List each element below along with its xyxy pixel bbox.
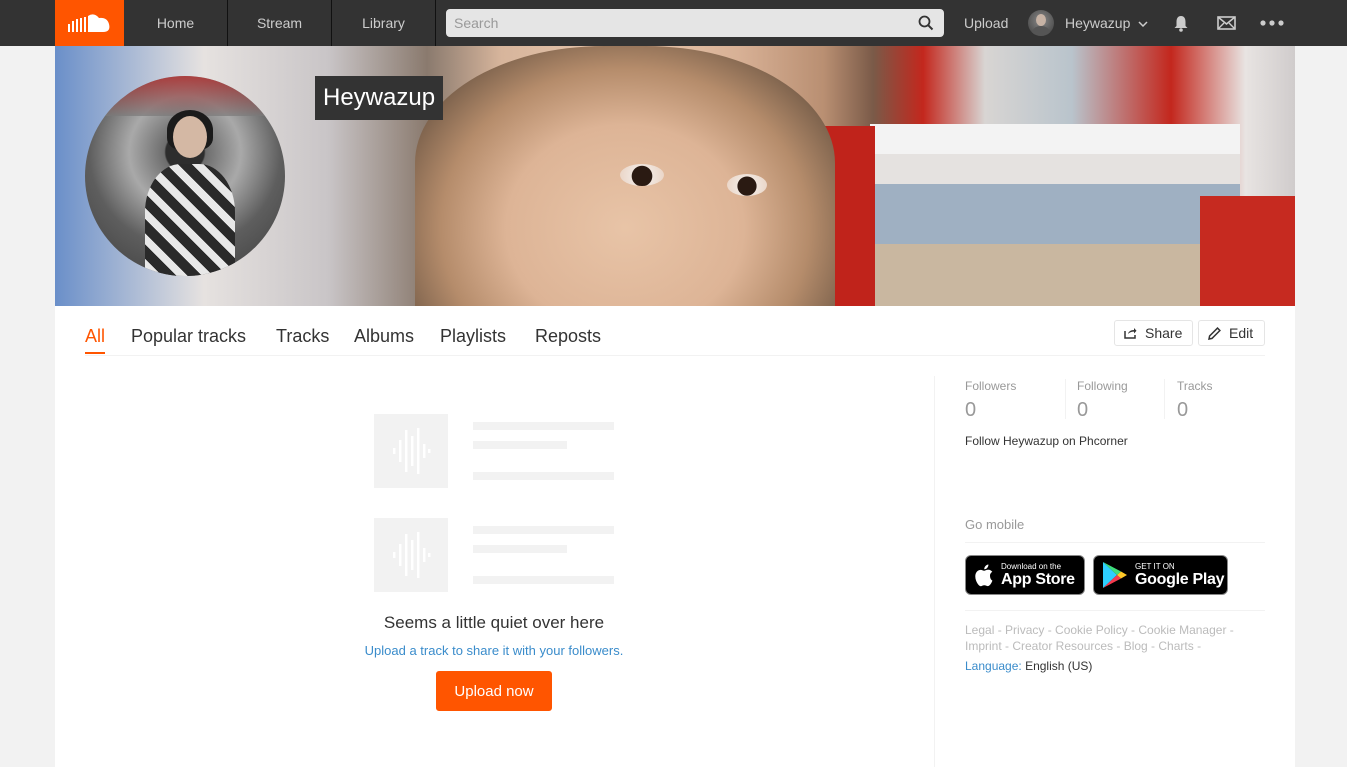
footer-links: Legal - Privacy - Cookie Policy - Cookie…	[965, 622, 1265, 654]
app-store-small-text: Download on the	[1001, 562, 1062, 571]
waveform-icon	[393, 428, 431, 474]
apple-icon	[975, 564, 993, 587]
soundcloud-logo[interactable]	[55, 0, 124, 46]
stat-label: Tracks	[1177, 379, 1213, 393]
avatar	[1028, 10, 1054, 36]
google-play-icon	[1103, 562, 1127, 588]
app-store-big-text: App Store	[1001, 571, 1075, 588]
nav-home[interactable]: Home	[124, 0, 228, 46]
more-menu-button[interactable]	[1258, 0, 1286, 46]
track-placeholder-artwork	[374, 414, 448, 488]
messages-button[interactable]	[1214, 0, 1238, 46]
placeholder-line	[473, 441, 567, 449]
nav-library[interactable]: Library	[332, 0, 436, 46]
sidebar-divider	[934, 376, 935, 767]
google-play-badge[interactable]: GET IT ON Google Play	[1093, 555, 1228, 595]
google-play-big-text: Google Play	[1135, 571, 1225, 588]
search-icon[interactable]	[918, 15, 934, 31]
app-store-badge[interactable]: Download on the App Store	[965, 555, 1085, 595]
follow-on-link[interactable]: Follow Heywazup on Phcorner	[965, 434, 1128, 448]
top-nav-bar: Home Stream Library Upload Heywazup	[0, 0, 1347, 46]
tab-all[interactable]: All	[85, 326, 106, 354]
search-input[interactable]	[447, 10, 907, 36]
chevron-down-icon	[1138, 21, 1148, 27]
go-mobile-heading: Go mobile	[965, 517, 1265, 543]
profile-header-image: Heywazup	[55, 46, 1295, 306]
language-label[interactable]: Language:	[965, 659, 1022, 673]
edit-label: Edit	[1229, 325, 1254, 341]
empty-state-message: Seems a little quiet over here	[383, 613, 605, 632]
language-value: English (US)	[1025, 659, 1093, 673]
profile-avatar[interactable]	[85, 76, 285, 276]
language-selector[interactable]: Language: English (US)	[965, 659, 1092, 673]
footer-divider	[965, 610, 1265, 611]
tab-tracks[interactable]: Tracks	[276, 326, 329, 354]
track-placeholder-artwork	[374, 518, 448, 592]
stat-tracks[interactable]: Tracks 0	[1164, 379, 1264, 421]
stat-label: Followers	[965, 379, 1017, 393]
waveform-icon	[393, 532, 431, 578]
user-menu[interactable]: Heywazup	[1028, 0, 1148, 46]
profile-tabs: All Popular tracks Tracks Albums Playlis…	[85, 316, 1265, 356]
notifications-button[interactable]	[1168, 0, 1194, 46]
stat-following[interactable]: Following 0	[1065, 379, 1165, 421]
share-label: Share	[1145, 325, 1183, 341]
placeholder-line	[473, 422, 614, 430]
tab-albums[interactable]: Albums	[354, 326, 414, 354]
bell-icon	[1174, 15, 1188, 32]
tab-reposts[interactable]: Reposts	[535, 326, 601, 354]
placeholder-line	[473, 545, 567, 553]
main-content: Heywazup All Popular tracks Tracks Album…	[55, 46, 1295, 767]
upload-now-button[interactable]: Upload now	[436, 671, 552, 711]
share-icon	[1124, 328, 1137, 339]
placeholder-line	[473, 526, 614, 534]
search-box	[446, 9, 944, 37]
stat-value: 0	[1177, 399, 1189, 421]
pencil-icon	[1208, 326, 1221, 340]
stat-value: 0	[1077, 399, 1089, 421]
footer-links-line[interactable]: Legal - Privacy - Cookie Policy - Cookie…	[965, 622, 1265, 638]
stat-value: 0	[965, 399, 977, 421]
more-dots-icon	[1260, 20, 1284, 26]
share-button[interactable]: Share	[1114, 320, 1193, 346]
tab-playlists[interactable]: Playlists	[440, 326, 506, 354]
nav-stream[interactable]: Stream	[228, 0, 332, 46]
tab-popular-tracks[interactable]: Popular tracks	[131, 326, 246, 354]
stat-followers[interactable]: Followers 0	[965, 379, 1065, 421]
mail-icon	[1216, 16, 1236, 30]
upload-link[interactable]: Upload	[964, 0, 1008, 46]
stat-label: Following	[1077, 379, 1128, 393]
placeholder-line	[473, 576, 614, 584]
profile-username: Heywazup	[315, 76, 444, 120]
google-play-small-text: GET IT ON	[1135, 562, 1175, 571]
footer-links-line[interactable]: Imprint - Creator Resources - Blog - Cha…	[965, 638, 1265, 654]
cloud-icon	[67, 14, 109, 32]
username-label: Heywazup	[1065, 15, 1131, 31]
edit-button[interactable]: Edit	[1198, 320, 1265, 346]
upload-hint-link[interactable]: Upload a track to share it with your fol…	[304, 643, 684, 658]
placeholder-line	[473, 472, 614, 480]
